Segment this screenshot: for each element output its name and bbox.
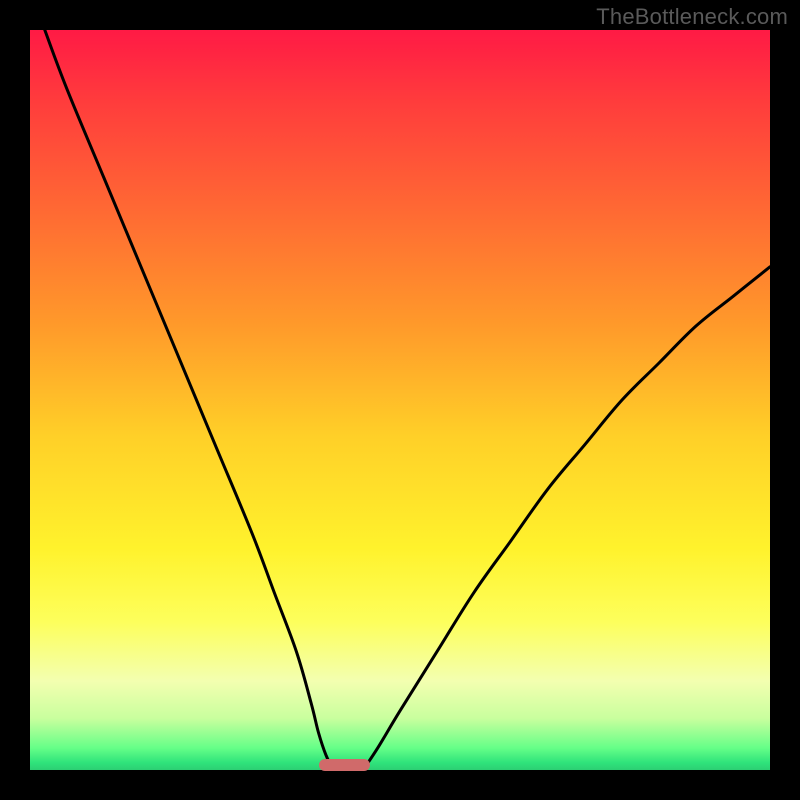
watermark-text: TheBottleneck.com [596,4,788,30]
plot-area [30,30,770,770]
curve-right-branch [363,267,770,770]
curve-layer [30,30,770,770]
curve-left-branch [45,30,334,770]
outer-frame: TheBottleneck.com [0,0,800,800]
minimum-marker [319,759,371,771]
